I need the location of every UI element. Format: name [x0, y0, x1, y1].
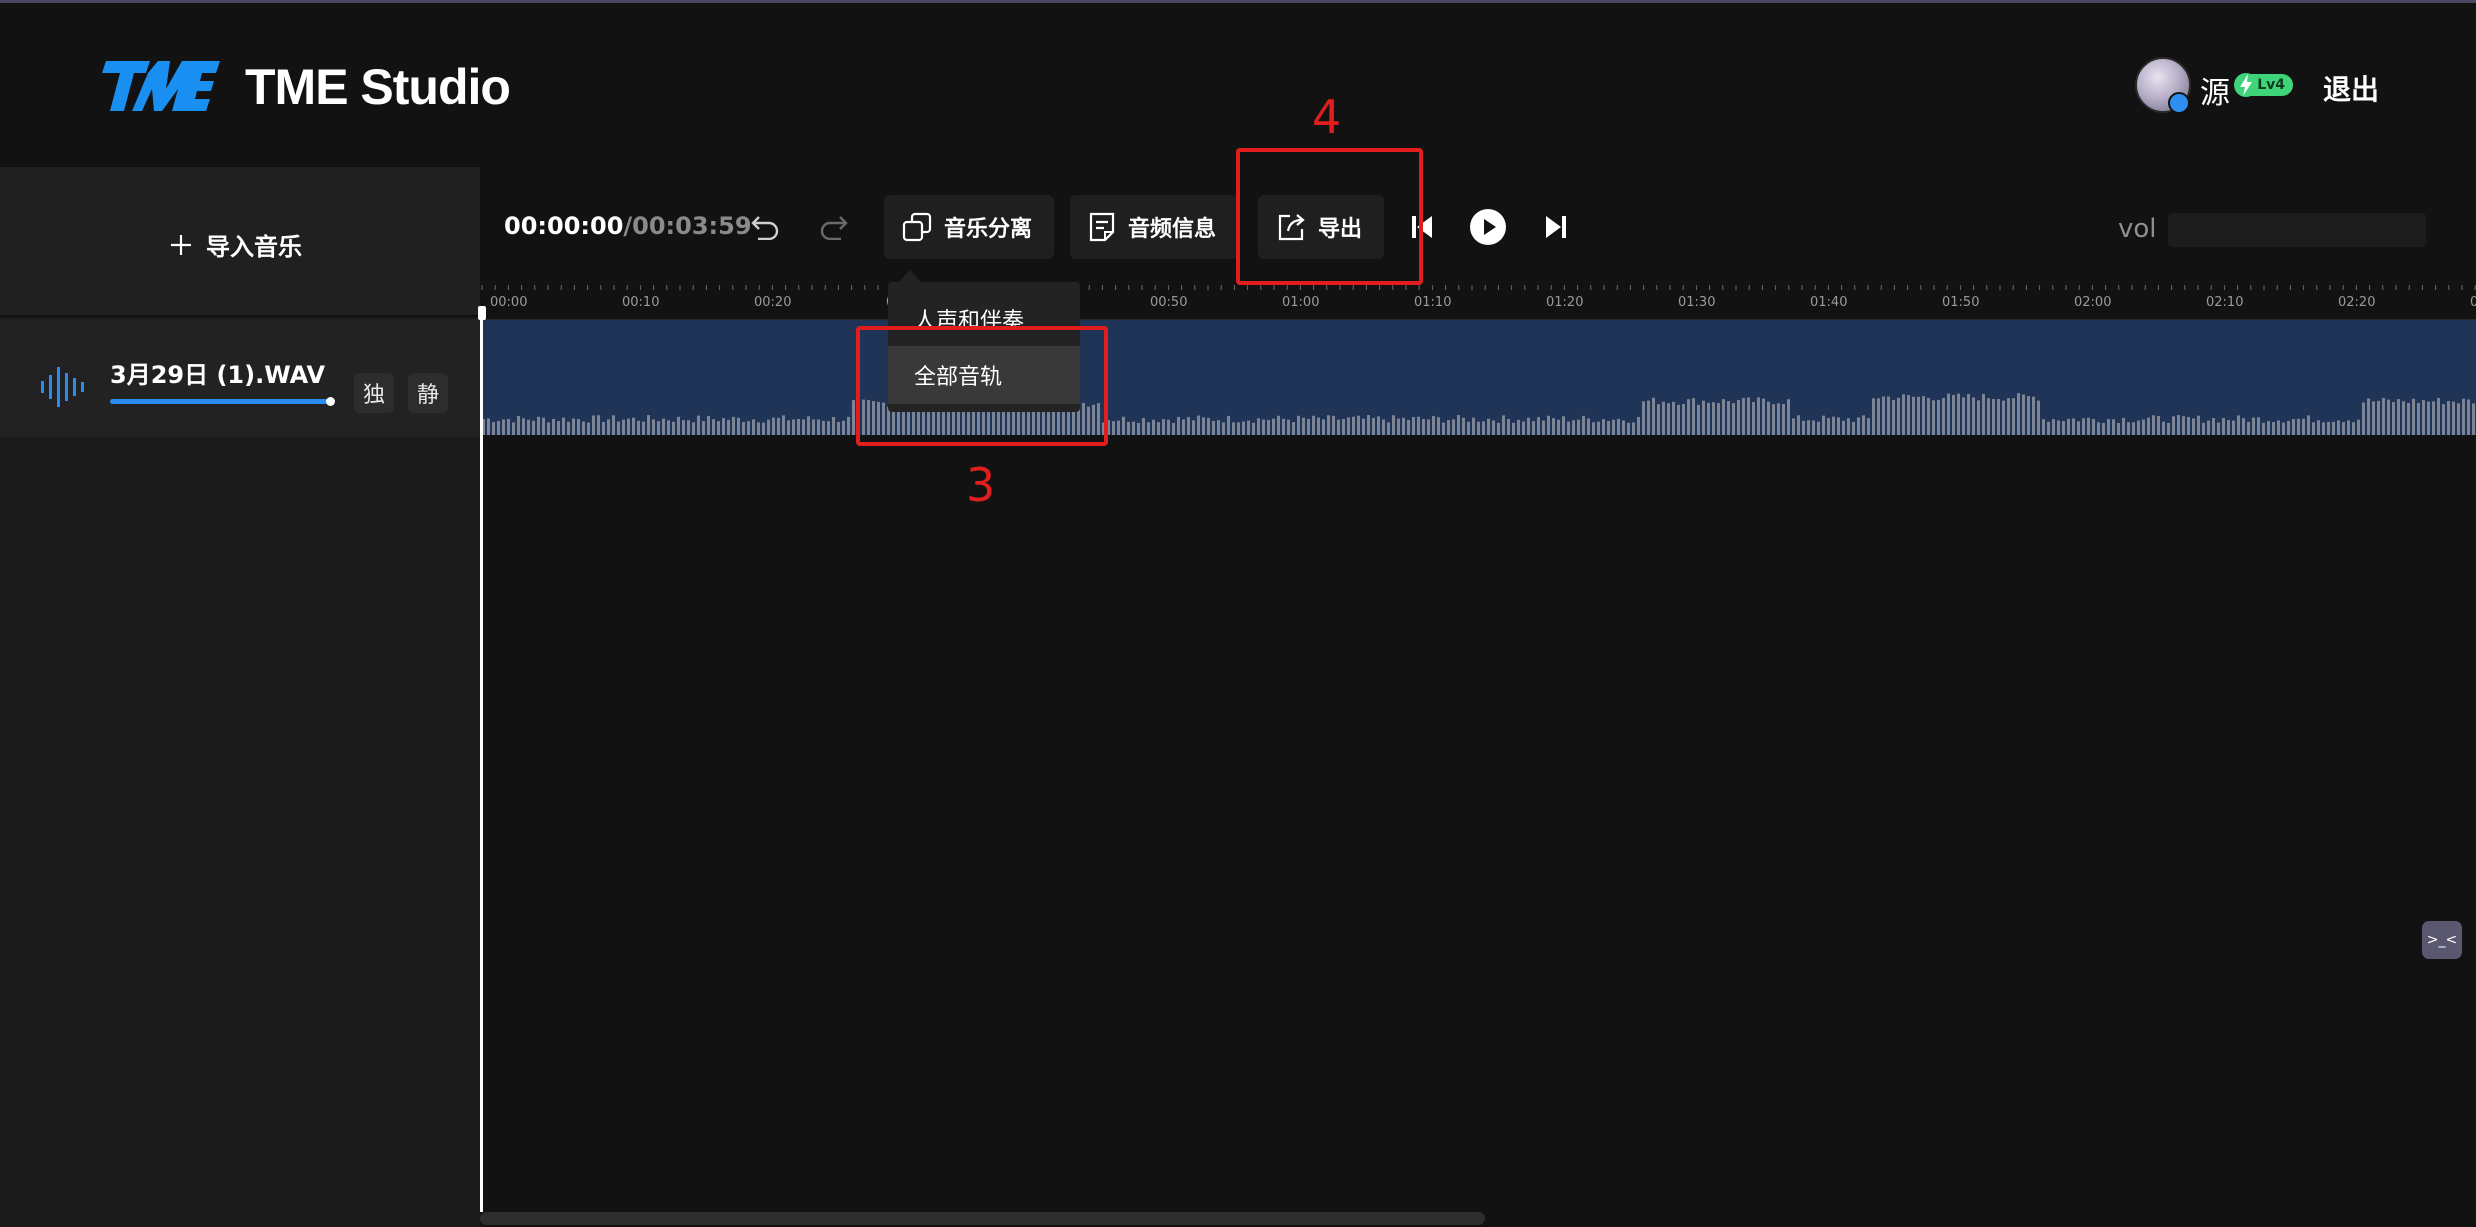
- copy-icon: [902, 212, 932, 242]
- music-separate-label: 音乐分离: [944, 217, 1033, 242]
- track-volume-fill: [110, 399, 330, 404]
- volume-slider[interactable]: [2168, 213, 2426, 247]
- timeline-area[interactable]: [480, 320, 2476, 1227]
- clip-waveform: [482, 393, 2475, 435]
- solo-button[interactable]: 独: [354, 373, 394, 413]
- track-volume-knob[interactable]: [326, 397, 335, 406]
- annotation-box-4: [1236, 148, 1423, 285]
- ruler-label: 02:10: [2206, 295, 2244, 310]
- annotation-number-3: 3: [966, 458, 996, 512]
- ruler-label: 00:50: [1150, 295, 1188, 310]
- import-music-label: 导入音乐: [206, 233, 302, 261]
- audio-clip[interactable]: [480, 320, 2476, 435]
- app-header: TME Studio: [0, 3, 2476, 167]
- annotation-box-3: [856, 326, 1108, 446]
- undo-button[interactable]: [745, 207, 785, 247]
- track-name: 3月29日 (1).WAV: [110, 361, 326, 389]
- ruler-label: 01:30: [1678, 295, 1716, 310]
- time-total: 00:03:59: [632, 212, 752, 240]
- horizontal-scrollbar[interactable]: [480, 1212, 1485, 1225]
- audio-info-label: 音频信息: [1128, 217, 1217, 242]
- ruler-label: 01:40: [1810, 295, 1848, 310]
- time-current: 00:00:00: [504, 212, 624, 240]
- skip-forward-button[interactable]: [1536, 207, 1576, 247]
- redo-icon: [820, 216, 848, 240]
- tme-logo-icon: [102, 61, 220, 111]
- ruler-label: 00:00: [490, 295, 528, 310]
- time-ruler[interactable]: 00:0000:1000:2000:3000:4000:5001:0001:10…: [480, 285, 2476, 320]
- ruler-label: 00:20: [754, 295, 792, 310]
- ruler-label: 02:20: [2338, 295, 2376, 310]
- volume-label: vol: [2118, 214, 2157, 244]
- playhead[interactable]: [480, 310, 483, 1212]
- ruler-label: 01:10: [1414, 295, 1452, 310]
- ruler-label: 01:50: [1942, 295, 1980, 310]
- document-icon: [1089, 212, 1115, 242]
- import-music-button[interactable]: 导入音乐: [170, 227, 302, 262]
- plus-icon: [171, 234, 191, 255]
- user-name: 源: [2200, 76, 2230, 111]
- level-text: Lv4: [2257, 77, 2285, 93]
- brand-title: TME Studio: [245, 59, 511, 115]
- timecode: 00:00:00/00:03:59: [504, 212, 752, 240]
- annotation-number-4: 4: [1312, 90, 1342, 144]
- ruler-ticks: [481, 285, 2476, 290]
- track-volume-slider[interactable]: [110, 397, 335, 406]
- ruler-label: 02:30: [2470, 295, 2476, 310]
- waveform-icon: [41, 367, 84, 407]
- redo-button[interactable]: [814, 207, 854, 247]
- audio-info-button[interactable]: 音频信息: [1070, 195, 1239, 259]
- ruler-label: 01:00: [1282, 295, 1320, 310]
- skip-forward-icon: [1546, 216, 1566, 238]
- import-area: 导入音乐: [0, 167, 480, 317]
- music-separate-button[interactable]: 音乐分离: [884, 195, 1055, 259]
- lightning-icon: [2234, 73, 2258, 97]
- play-button[interactable]: [1468, 207, 1508, 247]
- time-separator: /: [623, 212, 633, 240]
- undo-icon: [751, 216, 779, 240]
- ruler-label: 01:20: [1546, 295, 1584, 310]
- logout-button[interactable]: 退出: [2323, 68, 2379, 108]
- track-row[interactable]: 3月29日 (1).WAV 独 静: [0, 319, 480, 437]
- assistant-helper-icon[interactable]: >_<: [2422, 921, 2462, 959]
- play-icon: [1470, 209, 1506, 245]
- mute-button[interactable]: 静: [408, 373, 448, 413]
- editor-toolbar: 00:00:00/00:03:59 音乐分离 音频信息 导出 vol: [480, 167, 2476, 285]
- track-sidebar: 导入音乐 3月29日 (1).WAV 独 静: [0, 167, 480, 1227]
- user-badge-icon: [2168, 92, 2190, 114]
- ruler-label: 02:00: [2074, 295, 2112, 310]
- ruler-label: 00:10: [622, 295, 660, 310]
- playhead-handle[interactable]: [478, 306, 486, 320]
